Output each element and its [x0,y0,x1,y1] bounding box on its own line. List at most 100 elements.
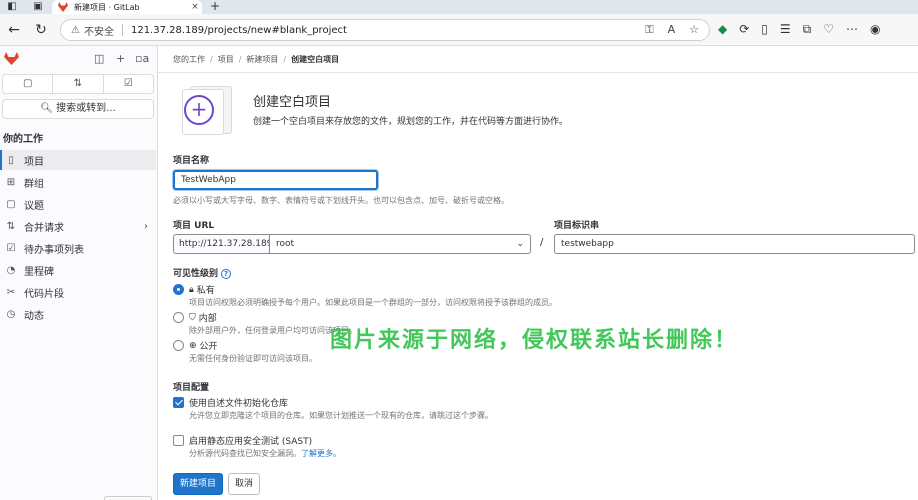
sidebar-item-milestones[interactable]: ◔ 里程碑 [0,260,156,280]
tab-actions-icon[interactable]: ▣ [32,1,44,13]
gitlab-favicon-icon [58,2,68,12]
help-button[interactable] [104,496,152,500]
project-name-label: 项目名称 [173,156,210,166]
search-label: 搜索或转到... [56,103,116,114]
back-icon[interactable]: ← [5,21,23,39]
collapse-sidebar-icon[interactable]: ◫ [94,52,104,65]
collections-icon[interactable]: ⧉ [803,22,812,37]
visibility-public-title: ⊕ 公开 [189,340,218,353]
init-readme-checkbox[interactable] [173,397,184,408]
sidebar-item-groups[interactable]: ⊞ 群组 [0,172,156,192]
url-prefix: http://121.37.28.189/ [173,234,275,254]
security-label[interactable]: 不安全 [84,23,114,38]
refresh-page-icon[interactable]: ⟳ [739,22,749,37]
project-config-label: 项目配置 [173,383,210,393]
milestone-icon: ◔ [6,264,16,276]
page-title: 创建空白项目 [253,95,332,110]
visibility-public-desc: 无需任何身份验证即可访问该项目。 [189,354,317,363]
merge-request-icon: ⇅ [6,220,16,232]
enable-sast-desc: 分析源代码查找已知安全漏洞。了解更多。 [189,449,341,458]
sidebar-header: ◫ + ▫a [0,46,158,74]
close-tab-icon[interactable]: × [188,2,202,12]
snippet-icon: ✂ [6,286,16,298]
breadcrumb-current: 创建空白项目 [291,55,340,64]
profile-icon[interactable]: ◉ [870,22,880,37]
favorites-icon[interactable]: ☰ [780,22,791,37]
sidebar-item-label: 合并请求 [24,222,64,234]
group-icon: ⊞ [6,176,16,188]
extension-icon[interactable]: ◆ [718,22,727,37]
address-divider [121,24,123,36]
url-text[interactable]: 121.37.28.189/projects/new#blank_project [131,25,645,36]
key-icon[interactable]: ⚿ [645,23,653,37]
sidebar-item-projects[interactable]: ▯ 项目 [0,150,156,170]
visibility-public-radio[interactable] [173,340,184,351]
sidebar-item-label: 群组 [24,178,44,190]
sidebar-item-label: 里程碑 [24,266,54,278]
visibility-internal-radio[interactable] [173,312,184,323]
merge-requests-icon[interactable]: ⇅ [53,75,104,93]
help-icon[interactable]: ? [221,269,232,279]
project-name-hint: 必须以小写或大写字母、数字、表情符号或下划线开头。也可以包含点、加号、破折号或空… [173,196,509,205]
new-tab-button[interactable]: + [210,0,220,13]
namespace-select[interactable]: root ⌄ [269,234,531,254]
project-slug-input[interactable]: testwebapp [554,234,915,254]
project-name-input[interactable]: TestWebApp [173,170,378,190]
search-icon: 🔍︎ [40,103,53,114]
breadcrumb-item[interactable]: 新建项目 [246,55,278,64]
breadcrumb-item[interactable]: 您的工作 [173,55,205,64]
earth-icon: ⊕ [189,340,197,351]
shield-icon: ⛉ [189,312,196,323]
create-project-button[interactable]: 新建项目 [173,473,223,495]
create-new-icon[interactable]: + [116,52,125,65]
more-icon[interactable]: ⋯ [846,22,858,37]
todo-icon[interactable]: ☑ [104,75,153,93]
sidebar-item-label: 代码片段 [24,288,64,300]
chevron-down-icon: ⌄ [516,239,524,249]
favorite-star-icon[interactable]: ☆ [689,23,699,37]
enable-sast-title: 启用静态应用安全测试 (SAST) [189,437,313,447]
init-readme-title: 使用自述文件初始化仓库 [189,399,289,409]
read-aloud-icon[interactable]: A [668,23,676,37]
health-icon[interactable]: ♡ [823,22,834,37]
todo-icon: ☑ [6,242,16,254]
visibility-private-radio[interactable] [173,284,184,295]
browser-toolbar: ← ↻ ⚠ 不安全 121.37.28.189/projects/new#bla… [0,14,918,46]
gitlab-logo-icon[interactable] [4,52,19,65]
visibility-label: 可见性级别? [173,266,232,279]
sidebar-item-snippets[interactable]: ✂ 代码片段 [0,282,156,302]
issues-count-icon[interactable]: ▢ [3,75,54,93]
divider [158,72,918,73]
chevron-right-icon[interactable]: › [144,221,148,232]
breadcrumb: 您的工作 / 项目 / 新建项目 / 创建空白项目 [173,55,340,64]
address-bar[interactable]: ⚠ 不安全 121.37.28.189/projects/new#blank_p… [60,19,710,41]
sidebar-section-title: 你的工作 [3,134,43,145]
learn-more-link[interactable]: 了解更多。 [301,449,341,458]
blank-project-illustration: + [180,86,236,136]
project-icon: ▯ [8,154,14,166]
page-description: 创建一个空白项目来存放您的文件，规划您的工作，并在代码等方面进行协作。 [253,117,569,127]
search-button[interactable]: 🔍︎ 搜索或转到... [2,99,154,119]
sidebar-item-label: 待办事项列表 [24,244,84,256]
breadcrumb-item[interactable]: 项目 [218,55,234,64]
sidebar-item-label: 动态 [24,310,44,322]
namespace-value: root [276,239,295,249]
cancel-button[interactable]: 取消 [228,473,260,495]
avatar[interactable]: ▫a [135,52,149,65]
sidebar-item-issues[interactable]: ▢ 议题 [0,194,156,214]
sidebar: ◫ + ▫a ▢ ⇅ ☑ 🔍︎ 搜索或转到... 你的工作 ▯ 项目 ⊞ 群组 … [0,46,158,500]
sidebar-item-merge-requests[interactable]: ⇅ 合并请求 › [0,216,156,236]
browser-tab[interactable]: 新建项目 · GitLab × [52,0,202,14]
sidebar-item-activity[interactable]: ◷ 动态 [0,304,156,324]
workspaces-icon[interactable]: ◧ [6,1,18,13]
url-separator: / [540,237,544,248]
lock-icon: 🔒︎ [189,284,194,295]
warning-icon[interactable]: ⚠ [71,25,80,36]
plus-icon: + [184,95,214,125]
main-content: 您的工作 / 项目 / 新建项目 / 创建空白项目 + 创建空白项目 创建一个空白项目来存放… [158,46,918,500]
visibility-private-title: 🔒︎ 私有 [189,284,215,297]
reload-icon[interactable]: ↻ [32,21,50,39]
sidebar-item-todos[interactable]: ☑ 待办事项列表 [0,238,156,258]
enable-sast-checkbox[interactable] [173,435,184,446]
split-screen-icon[interactable]: ▯ [761,22,768,37]
